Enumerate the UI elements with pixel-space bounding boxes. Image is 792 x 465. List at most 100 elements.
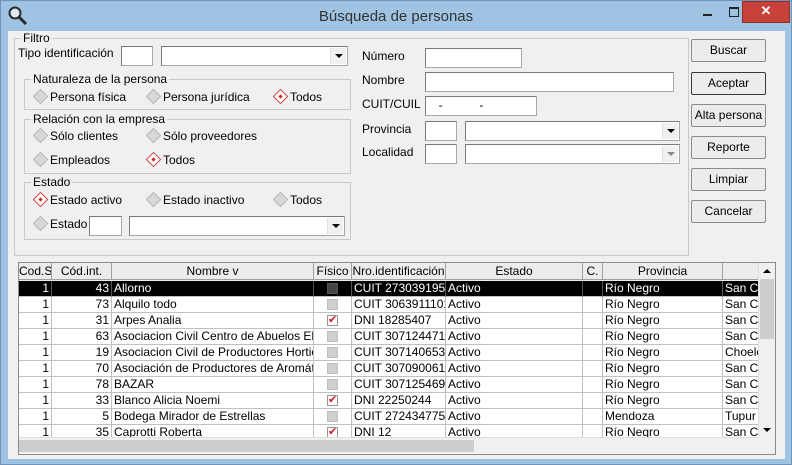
table-row[interactable]: 1 63 Asociacion Civil Centro de Abuelos El… — [19, 329, 759, 345]
cell-cods: 1 — [19, 329, 52, 345]
relacion-legend: Relación con la empresa — [31, 112, 168, 126]
alta-persona-button[interactable]: Alta persona — [691, 104, 766, 127]
cell-estado: Activo — [446, 361, 583, 377]
search-persons-window: Búsqueda de personas Filtro Tipo identif… — [0, 0, 792, 465]
cell-provincia: Río Negro — [603, 393, 723, 409]
nombre-input[interactable] — [425, 72, 674, 92]
cell-estado: Activo — [446, 409, 583, 425]
buscar-button[interactable]: Buscar — [691, 39, 766, 62]
provincia-combo[interactable] — [465, 121, 680, 141]
chevron-down-icon[interactable] — [327, 218, 343, 234]
scroll-thumb[interactable] — [760, 279, 774, 339]
cell-codint: 63 — [52, 329, 112, 345]
scroll-down-arrow-icon[interactable] — [759, 422, 775, 438]
reporte-button[interactable]: Reporte — [691, 136, 766, 159]
cell-cods: 1 — [19, 345, 52, 361]
checkmark-icon — [327, 393, 338, 408]
header-col-c[interactable]: C. — [583, 263, 603, 280]
table-row[interactable]: 1 5 Bodega Mirador de Estrellas CUIT 272434… — [19, 409, 759, 425]
cell-c — [583, 281, 603, 297]
checkbox-icon — [327, 379, 338, 390]
naturaleza-legend: Naturaleza de la persona — [31, 72, 170, 86]
scroll-thumb[interactable] — [19, 440, 474, 452]
header-col-provincia[interactable]: Provincia — [603, 263, 723, 280]
minimize-button[interactable] — [693, 2, 721, 22]
header-col-estado[interactable]: Estado — [446, 263, 583, 280]
cell-nombre: Arpes Analia — [112, 313, 314, 329]
table-row[interactable]: 133Blanco Alicia Noemi DNI 22250244Activo… — [19, 393, 759, 409]
cell-nombre: Blanco Alicia Noemi — [112, 393, 314, 409]
table-row[interactable]: 143Allorno CUIT 27303919533Activo Río Negr… — [19, 281, 759, 297]
cell-nroid: DNI 22250244 — [352, 393, 446, 409]
cell-estado: Activo — [446, 329, 583, 345]
provincia-label: Provincia — [362, 122, 412, 136]
scroll-up-arrow-icon[interactable] — [759, 263, 775, 279]
cell-nroid: DNI 18285407 — [352, 313, 446, 329]
cell-provincia: Mendoza — [603, 409, 723, 425]
scroll-corner — [759, 438, 775, 454]
cell-estado: Activo — [446, 393, 583, 409]
estado-combo[interactable] — [129, 216, 345, 236]
cell-cods: 1 — [19, 281, 52, 297]
cell-localidad: San C — [723, 297, 759, 313]
estado-code-input[interactable] — [89, 216, 122, 236]
provincia-code-input[interactable] — [425, 121, 457, 141]
numero-label: Número — [362, 49, 405, 63]
header-col-nroid[interactable]: Nro.identificación — [352, 263, 446, 280]
cell-c — [583, 409, 603, 425]
cell-codint: 70 — [52, 361, 112, 377]
table-row[interactable]: 1 70 Asociación de Productores de Aromátic… — [19, 361, 759, 377]
vertical-scrollbar[interactable] — [758, 263, 775, 438]
chevron-down-icon[interactable] — [662, 146, 678, 162]
cell-localidad: San C — [723, 377, 759, 393]
cell-fisico — [314, 409, 352, 425]
header-col-localidad[interactable] — [723, 263, 759, 280]
header-col-cods[interactable]: Cod.S — [19, 263, 52, 280]
cell-cods: 1 — [19, 313, 52, 329]
localidad-combo[interactable] — [465, 144, 680, 164]
limpiar-button[interactable]: Limpiar — [691, 168, 766, 191]
cell-estado: Activo — [446, 313, 583, 329]
title-bar[interactable]: Búsqueda de personas — [1, 1, 791, 31]
close-button[interactable] — [742, 1, 790, 23]
table-row[interactable]: 178BAZAR CUIT 30712546936Activo Río NegroS… — [19, 377, 759, 393]
checkbox-icon — [327, 299, 338, 310]
checkbox-icon — [327, 411, 338, 422]
cell-estado: Activo — [446, 297, 583, 313]
chevron-down-icon[interactable] — [330, 48, 346, 64]
numero-input[interactable] — [425, 48, 522, 68]
cell-nombre: Alquilo todo — [112, 297, 314, 313]
cell-provincia: Río Negro — [603, 281, 723, 297]
cell-estado: Activo — [446, 377, 583, 393]
header-col-nombre[interactable]: Nombre v — [112, 263, 314, 280]
table-row[interactable]: 1 19 Asociacion Civil de Productores Horti… — [19, 345, 759, 361]
cell-fisico — [314, 345, 352, 361]
cuit-input[interactable]: - - — [425, 96, 537, 116]
cell-estado: Activo — [446, 345, 583, 361]
table-row[interactable]: 173Alquilo todo CUIT 30639111012Activo Río… — [19, 297, 759, 313]
cell-fisico — [314, 281, 352, 297]
cancelar-button[interactable]: Cancelar — [691, 200, 766, 223]
tipo-id-code-input[interactable] — [121, 46, 153, 66]
cell-c — [583, 297, 603, 313]
header-col-codint[interactable]: Cód.int. — [52, 263, 112, 280]
cell-c — [583, 393, 603, 409]
chevron-down-icon[interactable] — [662, 123, 678, 139]
horizontal-scrollbar[interactable] — [19, 437, 759, 454]
cell-fisico — [314, 377, 352, 393]
dialog-client-area: Filtro Tipo identificación Naturaleza de… — [8, 31, 785, 459]
header-col-fisico[interactable]: Físico — [314, 263, 352, 280]
cell-nombre: Bodega Mirador de Estrellas — [112, 409, 314, 425]
cell-fisico — [314, 297, 352, 313]
aceptar-button[interactable]: Aceptar — [691, 72, 766, 95]
cell-nroid: CUIT 27243477579 — [352, 409, 446, 425]
localidad-code-input[interactable] — [425, 144, 457, 164]
table-row[interactable]: 131Arpes Analia DNI 18285407Activo Río Neg… — [19, 313, 759, 329]
cell-localidad: Choele — [723, 345, 759, 361]
tipo-id-combo[interactable] — [161, 46, 348, 66]
results-grid[interactable]: Cod.S Cód.int. Nombre v Físico Nro.identific… — [18, 262, 776, 455]
cell-provincia: Río Negro — [603, 329, 723, 345]
cell-fisico — [314, 361, 352, 377]
cell-nroid: CUIT 27303919533 — [352, 281, 446, 297]
cell-nroid: CUIT 30712447105 — [352, 329, 446, 345]
